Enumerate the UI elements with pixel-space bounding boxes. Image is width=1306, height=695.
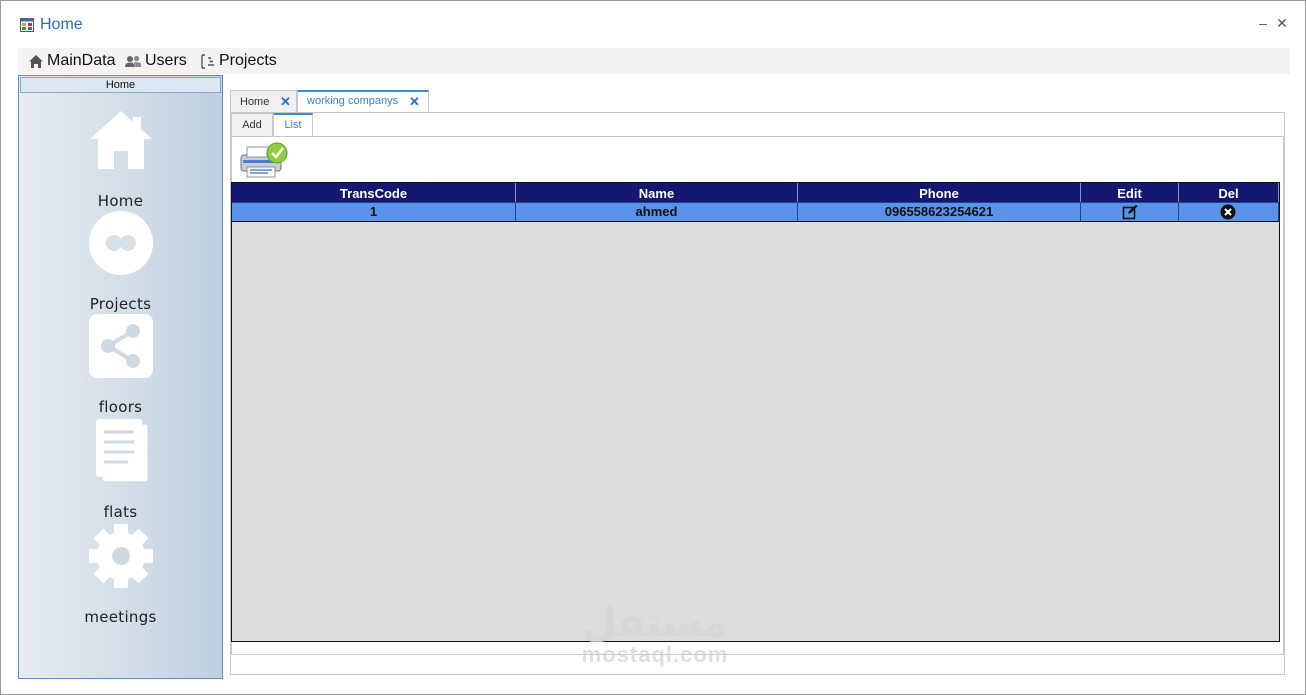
- data-grid: TransCode Name Phone Edit Del 1 ahmed 09…: [231, 182, 1280, 642]
- title-bar: Home ‒ ✕: [1, 1, 1305, 47]
- sidebar: Home Home Projects floors flats meetings: [18, 75, 223, 679]
- minimize-button[interactable]: ‒: [1253, 15, 1273, 31]
- grid-header-row: TransCode Name Phone Edit Del: [232, 183, 1279, 202]
- home-icon: [89, 111, 152, 169]
- sidebar-item-floors[interactable]: floors: [19, 313, 222, 416]
- sidebar-item-label: flats: [103, 503, 138, 521]
- sidebar-item-label: Home: [97, 192, 144, 210]
- sidebar-item-home[interactable]: Home: [19, 107, 222, 210]
- cell-edit[interactable]: [1081, 203, 1179, 221]
- menu-item-label: Projects: [219, 52, 277, 69]
- sidebar-item-label: meetings: [84, 608, 157, 626]
- users-icon: [125, 55, 142, 67]
- menu-item-maindata[interactable]: MainData: [28, 52, 115, 70]
- subtab-list[interactable]: List: [273, 113, 313, 137]
- table-row[interactable]: 1 ahmed 096558623254621: [232, 202, 1279, 222]
- sidebar-item-flats[interactable]: flats: [19, 418, 222, 521]
- menu-bar: MainData Users Projects: [18, 48, 1290, 74]
- document-icon: [95, 419, 148, 483]
- window-title: Home: [40, 16, 83, 33]
- delete-icon[interactable]: [1220, 204, 1236, 220]
- subtab-add[interactable]: Add: [231, 113, 273, 136]
- watermark-latin: mostaql.com: [581, 642, 729, 667]
- close-icon[interactable]: ✕: [409, 92, 420, 111]
- close-window-button[interactable]: ✕: [1272, 15, 1292, 32]
- menu-item-users[interactable]: Users: [124, 52, 187, 70]
- tab-working-companys[interactable]: working companys ✕: [297, 90, 429, 113]
- sidebar-header: Home: [20, 77, 221, 93]
- gear-icon: [88, 524, 153, 588]
- share-icon: [88, 314, 153, 378]
- home-icon: [29, 54, 43, 68]
- column-header-edit[interactable]: Edit: [1081, 183, 1179, 202]
- column-header-del[interactable]: Del: [1179, 183, 1279, 202]
- circles-icon: [88, 211, 153, 275]
- sidebar-item-projects[interactable]: Projects: [19, 210, 222, 313]
- menu-item-projects[interactable]: Projects: [200, 52, 277, 70]
- cell-transcode[interactable]: 1: [232, 203, 516, 221]
- print-button[interactable]: [237, 141, 289, 179]
- tab-home[interactable]: Home ✕: [230, 90, 297, 112]
- column-header-name[interactable]: Name: [516, 183, 798, 202]
- tab-label: Home: [240, 96, 270, 108]
- cell-name[interactable]: ahmed: [516, 203, 798, 221]
- column-header-phone[interactable]: Phone: [798, 183, 1081, 202]
- tab-label: working companys: [307, 95, 399, 107]
- sidebar-item-meetings[interactable]: meetings: [19, 523, 222, 626]
- watermark-arabic: مستقل: [581, 600, 729, 646]
- close-icon[interactable]: ✕: [280, 91, 291, 113]
- app-icon: [20, 18, 34, 32]
- edit-icon[interactable]: [1122, 204, 1138, 220]
- app-window: Home ‒ ✕ MainData Users Projects Home Ho…: [0, 0, 1306, 695]
- sidebar-item-label: Projects: [89, 295, 152, 313]
- menu-item-label: Users: [145, 52, 187, 69]
- menu-item-label: MainData: [47, 52, 116, 69]
- column-header-transcode[interactable]: TransCode: [232, 183, 516, 202]
- sidebar-item-label: floors: [98, 398, 143, 416]
- cell-del[interactable]: [1179, 203, 1279, 221]
- projects-icon: [201, 53, 214, 69]
- cell-phone[interactable]: 096558623254621: [798, 203, 1081, 221]
- watermark: مستقل mostaql.com: [575, 603, 735, 679]
